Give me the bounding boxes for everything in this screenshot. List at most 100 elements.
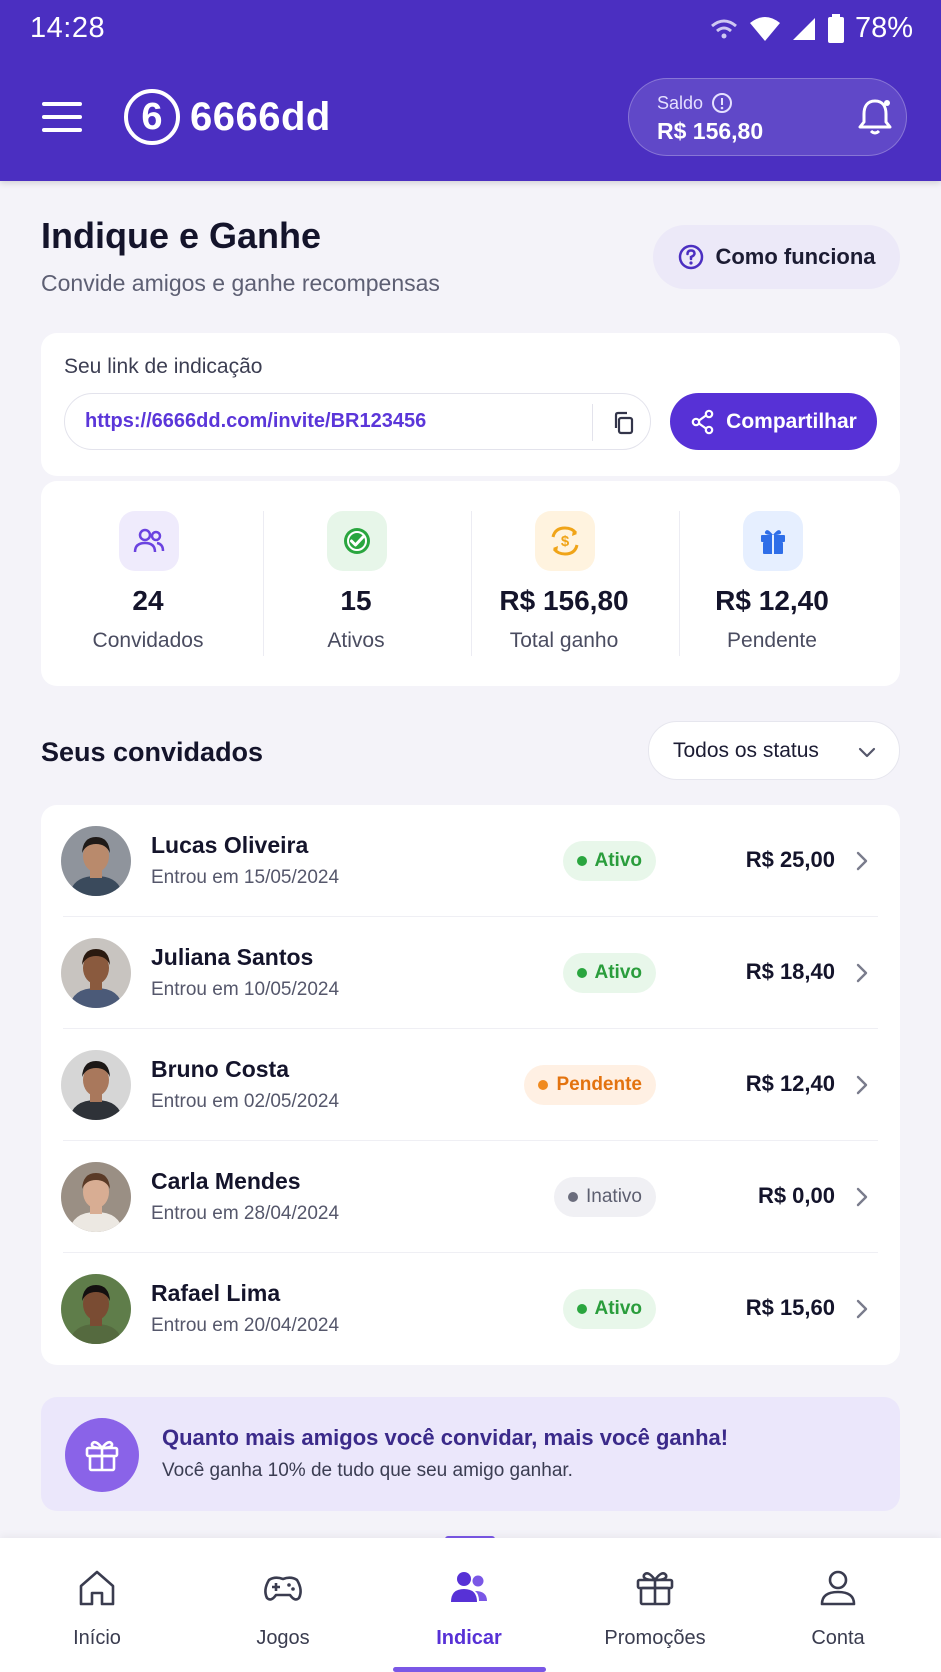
status-badge: Ativo — [562, 953, 656, 993]
referral-promo-banner: Quanto mais amigos você convidar, mais v… — [41, 1397, 900, 1511]
avatar — [61, 1050, 131, 1120]
invitees-list: Lucas Oliveira Entrou em 15/05/2024 Ativ… — [41, 805, 900, 1365]
share-button[interactable]: Compartilhar — [670, 393, 877, 450]
nav-item-refer[interactable]: Indicar — [375, 1538, 563, 1672]
app-name: 6666dd — [190, 94, 331, 139]
status-dot — [576, 856, 587, 866]
users-icon — [133, 528, 165, 553]
invitee-row[interactable]: Juliana Santos Entrou em 10/05/2024 Ativ… — [41, 917, 900, 1029]
users-icon — [451, 1572, 487, 1602]
share-icon — [691, 409, 714, 434]
invitee-name: Bruno Costa — [151, 1056, 289, 1082]
bottom-nav: Início Jogos Indicar Promoções Conta — [0, 1538, 941, 1672]
info-icon — [712, 93, 733, 113]
status-filter-value: Todos os status — [673, 738, 819, 762]
avatar — [61, 938, 131, 1008]
home-indicator — [393, 1667, 546, 1672]
nav-item-home[interactable]: Início — [3, 1538, 191, 1672]
copy-button[interactable] — [604, 404, 644, 441]
gift-icon — [636, 1572, 674, 1606]
copy-icon — [614, 411, 634, 434]
nav-label: Conta — [811, 1627, 865, 1649]
status-badge: Ativo — [562, 1289, 656, 1329]
invitee-row[interactable]: Carla Mendes Entrou em 28/04/2024 Inativ… — [41, 1141, 900, 1253]
referral-link-card: Seu link de indicação https://6666dd.com… — [41, 333, 900, 476]
status-badge: Inativo — [554, 1177, 656, 1217]
signal-icon — [792, 17, 815, 40]
invitee-row[interactable]: Bruno Costa Entrou em 02/05/2024 Pendent… — [41, 1029, 900, 1141]
balance-label: Saldo — [657, 92, 704, 113]
invitee-earnings: R$ 0,00 — [757, 1183, 835, 1208]
home-icon — [79, 1570, 115, 1606]
balance-pill[interactable]: Saldo R$ 156,80 — [628, 78, 907, 156]
stat-value: R$ 12,40 — [715, 585, 829, 616]
invitee-row[interactable]: Lucas Oliveira Entrou em 15/05/2024 Ativ… — [41, 805, 900, 917]
invitee-name: Carla Mendes — [151, 1168, 301, 1194]
status-dot — [538, 1080, 549, 1090]
gift-icon — [85, 1440, 119, 1472]
invitee-row[interactable]: Rafael Lima Entrou em 20/04/2024 Ativo R… — [41, 1253, 900, 1365]
chevron-right-icon — [856, 1299, 868, 1319]
stat-value: 24 — [132, 585, 164, 616]
stat-active: 15 Ativos — [252, 481, 460, 686]
battery-icon — [827, 13, 844, 43]
user-icon — [820, 1570, 856, 1606]
avatar — [61, 1162, 131, 1232]
nav-label: Promoções — [604, 1627, 706, 1649]
how-it-works-button[interactable]: Como funciona — [653, 225, 900, 289]
status-badge: Pendente — [524, 1065, 656, 1105]
referral-link-label: Seu link de indicação — [64, 355, 263, 378]
chevron-right-icon — [856, 1075, 868, 1095]
invitee-earnings: R$ 25,00 — [745, 847, 835, 872]
invitee-join-date: Entrou em 10/05/2024 — [151, 979, 340, 1000]
battery-level: 78% — [854, 12, 913, 44]
promo-icon-bg — [65, 1418, 139, 1492]
status-label: Ativo — [594, 962, 643, 983]
chevron-right-icon — [856, 851, 868, 871]
avatar — [61, 826, 131, 896]
page-subtitle: Convide amigos e ganhe recompensas — [41, 270, 440, 296]
stat-pending: R$ 12,40 Pendente — [668, 481, 876, 686]
invitee-earnings: R$ 12,40 — [745, 1071, 835, 1096]
status-dot — [576, 968, 587, 978]
invitee-earnings: R$ 15,60 — [745, 1295, 835, 1320]
invitee-join-date: Entrou em 02/05/2024 — [151, 1091, 340, 1112]
invitee-join-date: Entrou em 28/04/2024 — [151, 1203, 340, 1224]
nav-item-games[interactable]: Jogos — [189, 1538, 377, 1672]
menu-button[interactable] — [42, 102, 82, 132]
gamepad-icon — [264, 1576, 302, 1601]
page-title: Indique e Ganhe — [41, 215, 322, 256]
share-label: Compartilhar — [726, 409, 857, 433]
check-circle-icon — [344, 528, 370, 554]
field-divider — [592, 404, 593, 441]
stat-total-earned: $ R$ 156,80 Total ganho — [460, 481, 668, 686]
nav-item-promotions[interactable]: Promoções — [561, 1538, 749, 1672]
invitee-earnings: R$ 18,40 — [745, 959, 835, 984]
status-icons: 78% — [709, 12, 913, 45]
svg-text:$: $ — [561, 533, 570, 550]
stat-label: Convidados — [92, 629, 204, 652]
referral-link-url[interactable]: https://6666dd.com/invite/BR123456 — [85, 410, 426, 433]
referral-link-field[interactable]: https://6666dd.com/invite/BR123456 — [64, 393, 651, 450]
nav-item-account[interactable]: Conta — [744, 1538, 932, 1672]
notification-bell-icon[interactable] — [853, 95, 897, 139]
status-label: Inativo — [586, 1186, 642, 1207]
app-logo: 6 6666dd — [124, 89, 331, 145]
vpn-wifi-icon — [710, 19, 737, 38]
invitee-name: Juliana Santos — [151, 944, 314, 970]
avatar — [61, 1274, 131, 1344]
balance-value: R$ 156,80 — [657, 118, 764, 144]
status-dot — [576, 1304, 587, 1314]
stats-card: 24 Convidados 15 Ativos $ R$ 156,80 Tota… — [41, 481, 900, 686]
stat-invited: 24 Convidados — [44, 481, 252, 686]
chevron-right-icon — [856, 963, 868, 983]
chevron-down-icon — [858, 747, 876, 758]
stat-value: 15 — [340, 585, 372, 616]
stat-label: Total ganho — [509, 629, 619, 652]
status-label: Pendente — [556, 1074, 642, 1095]
status-bar: 14:28 78% — [0, 0, 941, 56]
status-filter-select[interactable]: Todos os status — [648, 721, 900, 780]
balance-label-row: Saldo — [657, 92, 733, 114]
chevron-right-icon — [856, 1187, 868, 1207]
nav-label: Indicar — [436, 1627, 502, 1649]
